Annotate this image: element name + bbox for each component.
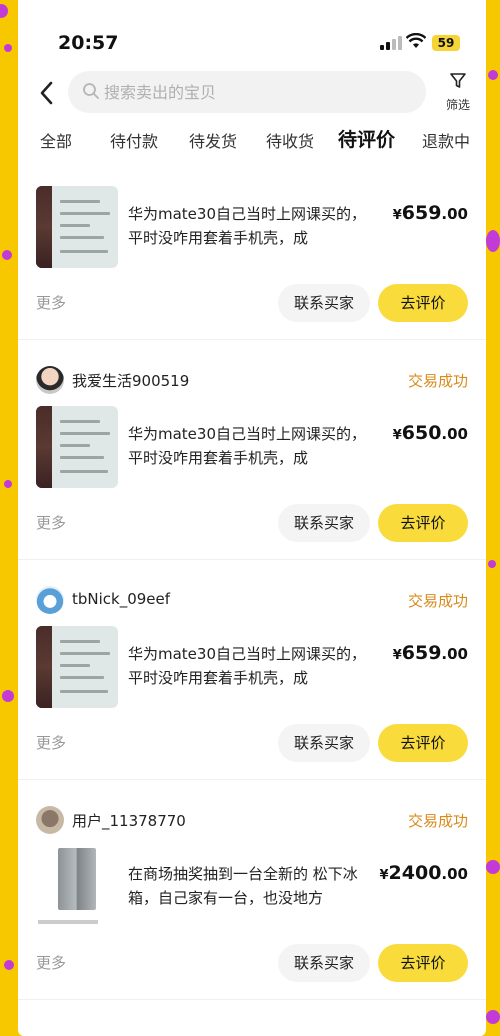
seller-row: 我爱生活900519 交易成功 <box>36 366 468 396</box>
tab-pending-shipment[interactable]: 待发货 <box>189 128 237 152</box>
product-title: 在商场抽奖抽到一台全新的 松下冰箱，自己家有一台，也没地方 <box>128 865 358 907</box>
contact-buyer-button[interactable]: 联系买家 <box>278 944 370 982</box>
seller-name[interactable]: 用户_11378770 <box>72 810 186 831</box>
status-bar: 20:57 59 <box>18 0 486 70</box>
product-price: ¥650.00 <box>392 422 468 444</box>
back-arrow-icon[interactable] <box>36 79 58 107</box>
review-button[interactable]: 去评价 <box>378 504 468 542</box>
seller-name[interactable]: 我爱生活900519 <box>72 370 189 391</box>
product-thumbnail <box>36 406 118 488</box>
status-badge: 交易成功 <box>407 812 468 830</box>
product-thumbnail <box>36 626 118 708</box>
seller-row: 用户_11378770 交易成功 <box>36 806 468 836</box>
product-title: 华为mate30自己当时上网课买的，平时没咋用套着手机壳，成 <box>128 425 367 467</box>
filter-button[interactable]: 筛选 <box>438 72 478 113</box>
contact-buyer-button[interactable]: 联系买家 <box>278 504 370 542</box>
background-dot <box>2 690 14 702</box>
background-dot <box>486 1010 500 1024</box>
background-dot <box>4 480 12 488</box>
seller-name[interactable]: tbNick_09eef <box>72 590 170 608</box>
product-price: ¥659.00 <box>392 202 468 224</box>
tab-pending-receipt[interactable]: 待收货 <box>266 128 314 152</box>
background-dot <box>488 70 498 80</box>
order-actions: 更多 联系买家 去评价 <box>36 724 468 764</box>
avatar[interactable] <box>36 806 64 834</box>
status-badge: 交易成功 <box>407 592 468 610</box>
order-item[interactable]: 华为mate30自己当时上网课买的，平时没咋用套着手机壳，成 ¥650.00 <box>36 406 468 490</box>
filter-icon <box>450 73 466 88</box>
tab-label: 退款中 <box>422 132 471 151</box>
signal-icon <box>380 36 402 50</box>
product-price: ¥2400.00 <box>379 862 468 884</box>
order-item[interactable]: 在商场抽奖抽到一台全新的 松下冰箱，自己家有一台，也没地方 ¥2400.00 <box>36 846 468 930</box>
more-link[interactable]: 更多 <box>36 952 66 973</box>
tab-label: 待付款 <box>110 132 159 151</box>
order-tabs: 全部 待付款 待发货 待收货 待评价 退款中 <box>18 124 486 160</box>
seller-row: tbNick_09eef 交易成功 <box>36 586 468 616</box>
search-box[interactable] <box>68 71 426 113</box>
battery-indicator: 59 <box>432 35 460 51</box>
review-button[interactable]: 去评价 <box>378 284 468 322</box>
search-bar-row: 筛选 <box>18 70 486 116</box>
status-time: 20:57 <box>58 32 119 54</box>
order-card[interactable]: 我爱生活900519 交易成功 华为mate30自己当时上网课买的，平时没咋用套… <box>18 340 486 560</box>
background-dot <box>488 560 496 568</box>
search-icon <box>83 83 99 99</box>
order-actions: 更多 联系买家 去评价 <box>36 284 468 324</box>
tab-refunding[interactable]: 退款中 <box>422 128 470 152</box>
order-actions: 更多 联系买家 去评价 <box>36 504 468 544</box>
wifi-icon <box>406 33 426 48</box>
filter-label: 筛选 <box>445 98 470 112</box>
background-dot <box>486 230 500 252</box>
background-dot <box>486 860 500 874</box>
order-card[interactable]: 用户_11378770 交易成功 在商场抽奖抽到一台全新的 松下冰箱，自己家有一… <box>18 780 486 1000</box>
more-link[interactable]: 更多 <box>36 512 66 533</box>
background-dot <box>4 44 12 52</box>
background-dot <box>0 4 8 18</box>
product-price: ¥659.00 <box>392 642 468 664</box>
status-badge: 交易成功 <box>407 372 468 390</box>
contact-buyer-button[interactable]: 联系买家 <box>278 284 370 322</box>
contact-buyer-button[interactable]: 联系买家 <box>278 724 370 762</box>
background-dot <box>2 250 12 260</box>
review-button[interactable]: 去评价 <box>378 944 468 982</box>
tab-label: 待发货 <box>189 132 238 151</box>
product-title: 华为mate30自己当时上网课买的，平时没咋用套着手机壳，成 <box>128 645 367 687</box>
search-input[interactable] <box>104 71 404 113</box>
tab-pending-review[interactable]: 待评价 <box>338 125 396 152</box>
tab-label: 待评价 <box>338 129 396 151</box>
product-thumbnail <box>36 846 118 928</box>
more-link[interactable]: 更多 <box>36 292 66 313</box>
order-item[interactable]: 华为mate30自己当时上网课买的，平时没咋用套着手机壳，成 ¥659.00 <box>36 626 468 710</box>
order-actions: 更多 联系买家 去评价 <box>36 944 468 984</box>
review-button[interactable]: 去评价 <box>378 724 468 762</box>
product-title: 华为mate30自己当时上网课买的，平时没咋用套着手机壳，成 <box>128 205 367 247</box>
order-item[interactable]: 华为mate30自己当时上网课买的，平时没咋用套着手机壳，成 ¥659.00 <box>36 186 468 270</box>
tab-all[interactable]: 全部 <box>40 128 72 152</box>
product-thumbnail <box>36 186 118 268</box>
avatar[interactable] <box>36 586 64 614</box>
tab-label: 待收货 <box>266 132 315 151</box>
order-card[interactable]: 华为mate30自己当时上网课买的，平时没咋用套着手机壳，成 ¥659.00 更… <box>18 160 486 340</box>
background-dot <box>4 960 14 970</box>
avatar[interactable] <box>36 366 64 394</box>
more-link[interactable]: 更多 <box>36 732 66 753</box>
tab-pending-payment[interactable]: 待付款 <box>110 128 158 152</box>
order-card[interactable]: tbNick_09eef 交易成功 华为mate30自己当时上网课买的，平时没咋… <box>18 560 486 780</box>
app-screen: 20:57 59 筛选 <box>18 0 486 1036</box>
tab-label: 全部 <box>40 132 73 151</box>
order-list: 华为mate30自己当时上网课买的，平时没咋用套着手机壳，成 ¥659.00 更… <box>18 160 486 1000</box>
